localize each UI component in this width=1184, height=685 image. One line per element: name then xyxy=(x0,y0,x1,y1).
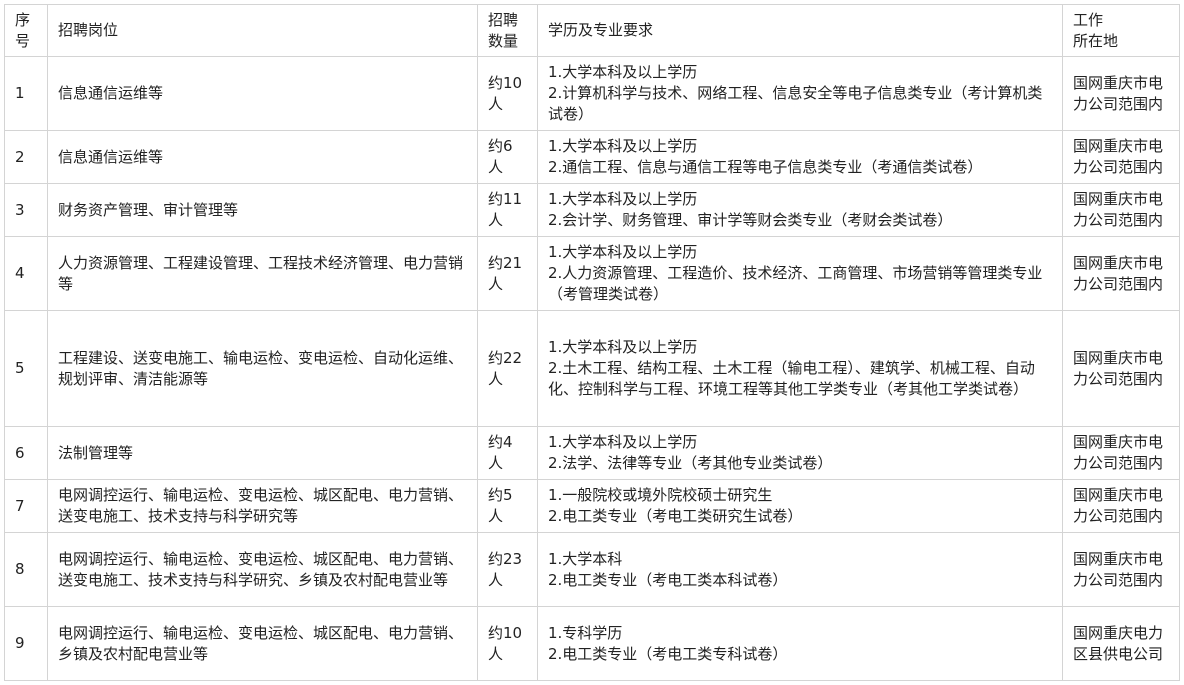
row-index-cell: 7 xyxy=(4,479,48,533)
header-location: 工作 所在地 xyxy=(1062,4,1180,57)
header-count-line-1: 招聘 xyxy=(488,10,519,29)
table-row: 7 电网调控运行、输电运检、变电运检、城区配电、电力营销、送变电施工、技术支持与科… xyxy=(4,479,1180,533)
row-requirement-cell: 1.大学本科及以上学历 2.人力资源管理、工程造价、技术经济、工商管理、市场营销等… xyxy=(537,236,1063,311)
row-location-cell: 国网重庆市电力公司范围内 xyxy=(1062,236,1180,311)
row-count-cell: 约21人 xyxy=(477,236,538,311)
row-location-cell: 国网重庆市电力公司范围内 xyxy=(1062,183,1180,237)
table-row: 6 法制管理等 约4人 1.大学本科及以上学历 2.法学、法律等专业（考其他专业类试卷）… xyxy=(4,426,1180,480)
row-count-cell: 约6人 xyxy=(477,130,538,184)
page: 序 号 招聘岗位 招聘 数量 学历及专业要求 工作 所在地 1 信息通信运维等 约1… xyxy=(0,0,1184,685)
row-position-cell: 电网调控运行、输电运检、变电运检、城区配电、电力营销、乡镇及农村配电营业等 xyxy=(47,606,478,681)
recruitment-table: 序 号 招聘岗位 招聘 数量 学历及专业要求 工作 所在地 1 信息通信运维等 约1… xyxy=(4,4,1180,681)
requirement-line: 1.一般院校或境外院校硕士研究生 xyxy=(548,486,773,504)
row-location-cell: 国网重庆市电力公司范围内 xyxy=(1062,426,1180,480)
row-requirement-cell: 1.大学本科及以上学历 2.土木工程、结构工程、土木工程（输电工程）、建筑学、机械… xyxy=(537,310,1063,427)
row-index-cell: 3 xyxy=(4,183,48,237)
requirement-line: 2.电工类专业（考电工类专科试卷） xyxy=(548,644,788,663)
row-count-cell: 约10人 xyxy=(477,56,538,131)
header-count-line-2: 数量 xyxy=(488,31,519,50)
row-index-cell: 1 xyxy=(4,56,48,131)
row-position-cell: 法制管理等 xyxy=(47,426,478,480)
table-row: 3 财务资产管理、审计管理等 约11人 1.大学本科及以上学历 2.会计学、财务管理、审… xyxy=(4,183,1180,237)
row-location-cell: 国网重庆市电力公司范围内 xyxy=(1062,56,1180,131)
table-row: 2 信息通信运维等 约6人 1.大学本科及以上学历 2.通信工程、信息与通信工程等电子信… xyxy=(4,130,1180,184)
row-position-cell: 电网调控运行、输电运检、变电运检、城区配电、电力营销、送变电施工、技术支持与科学… xyxy=(47,479,478,533)
requirement-line: 1.大学本科及以上学历 xyxy=(548,338,698,356)
row-location-cell: 国网重庆市电力公司范围内 xyxy=(1062,532,1180,607)
requirement-line: 1.大学本科及以上学历 xyxy=(548,243,698,261)
header-location-line-1: 工作 xyxy=(1073,10,1104,29)
row-requirement-cell: 1.大学本科及以上学历 2.计算机科学与技术、网络工程、信息安全等电子信息类专业（… xyxy=(537,56,1063,131)
header-requirement: 学历及专业要求 xyxy=(537,4,1063,57)
requirement-line: 1.大学本科及以上学历 xyxy=(548,63,698,81)
requirement-line: 1.大学本科及以上学历 xyxy=(548,137,698,155)
row-count-cell: 约4人 xyxy=(477,426,538,480)
requirement-line: 1.专科学历 xyxy=(548,623,623,642)
row-location-cell: 国网重庆市电力公司范围内 xyxy=(1062,479,1180,533)
row-count-cell: 约10人 xyxy=(477,606,538,681)
row-requirement-cell: 1.大学本科及以上学历 2.法学、法律等专业（考其他专业类试卷） xyxy=(537,426,1063,480)
header-location-line-2: 所在地 xyxy=(1073,31,1119,50)
row-count-cell: 约22人 xyxy=(477,310,538,427)
header-index-line-1: 序 xyxy=(15,10,31,29)
row-position-cell: 财务资产管理、审计管理等 xyxy=(47,183,478,237)
table-row: 4 人力资源管理、工程建设管理、工程技术经济管理、电力营销等 约21人 1.大学本科及… xyxy=(4,236,1180,311)
row-index-cell: 9 xyxy=(4,606,48,681)
requirement-line: 2.通信工程、信息与通信工程等电子信息类专业（考通信类试卷） xyxy=(548,158,983,176)
row-requirement-cell: 1.大学本科 2.电工类专业（考电工类本科试卷） xyxy=(537,532,1063,607)
row-index-cell: 6 xyxy=(4,426,48,480)
row-index-cell: 5 xyxy=(4,310,48,427)
requirement-line: 2.会计学、财务管理、审计学等财会类专业（考财会类试卷） xyxy=(548,211,953,229)
row-position-cell: 信息通信运维等 xyxy=(47,130,478,184)
table-row: 8 电网调控运行、输电运检、变电运检、城区配电、电力营销、送变电施工、技术支持与科… xyxy=(4,532,1180,607)
row-location-cell: 国网重庆电力区县供电公司 xyxy=(1062,606,1180,681)
row-index-cell: 2 xyxy=(4,130,48,184)
header-index: 序 号 xyxy=(4,4,48,57)
requirement-line: 2.电工类专业（考电工类研究生试卷） xyxy=(548,507,803,525)
header-index-line-2: 号 xyxy=(15,31,31,50)
requirement-line: 2.人力资源管理、工程造价、技术经济、工商管理、市场营销等管理类专业（考管理类试… xyxy=(548,264,1043,303)
table-header-row: 序 号 招聘岗位 招聘 数量 学历及专业要求 工作 所在地 xyxy=(4,4,1180,57)
row-location-cell: 国网重庆市电力公司范围内 xyxy=(1062,310,1180,427)
requirement-line: 1.大学本科 xyxy=(548,549,623,568)
requirement-line: 1.大学本科及以上学历 xyxy=(548,433,698,451)
row-position-cell: 工程建设、送变电施工、输电运检、变电运检、自动化运维、规划评审、清洁能源等 xyxy=(47,310,478,427)
row-index-cell: 8 xyxy=(4,532,48,607)
row-requirement-cell: 1.专科学历 2.电工类专业（考电工类专科试卷） xyxy=(537,606,1063,681)
row-requirement-cell: 1.一般院校或境外院校硕士研究生 2.电工类专业（考电工类研究生试卷） xyxy=(537,479,1063,533)
row-index-cell: 4 xyxy=(4,236,48,311)
row-position-cell: 电网调控运行、输电运检、变电运检、城区配电、电力营销、送变电施工、技术支持与科学… xyxy=(47,532,478,607)
requirement-line: 2.法学、法律等专业（考其他专业类试卷） xyxy=(548,454,833,472)
header-position: 招聘岗位 xyxy=(47,4,478,57)
row-position-cell: 人力资源管理、工程建设管理、工程技术经济管理、电力营销等 xyxy=(47,236,478,311)
row-location-cell: 国网重庆市电力公司范围内 xyxy=(1062,130,1180,184)
table-row: 5 工程建设、送变电施工、输电运检、变电运检、自动化运维、规划评审、清洁能源等 约2… xyxy=(4,310,1180,427)
row-position-cell: 信息通信运维等 xyxy=(47,56,478,131)
row-requirement-cell: 1.大学本科及以上学历 2.通信工程、信息与通信工程等电子信息类专业（考通信类试卷… xyxy=(537,130,1063,184)
header-count: 招聘 数量 xyxy=(477,4,538,57)
requirement-line: 2.土木工程、结构工程、土木工程（输电工程）、建筑学、机械工程、自动化、控制科学… xyxy=(548,359,1035,398)
table-row: 9 电网调控运行、输电运检、变电运检、城区配电、电力营销、乡镇及农村配电营业等 约1… xyxy=(4,606,1180,681)
requirement-line: 2.电工类专业（考电工类本科试卷） xyxy=(548,570,788,589)
table-row: 1 信息通信运维等 约10人 1.大学本科及以上学历 2.计算机科学与技术、网络工程、信… xyxy=(4,56,1180,131)
requirement-line: 2.计算机科学与技术、网络工程、信息安全等电子信息类专业（考计算机类试卷） xyxy=(548,84,1043,123)
row-count-cell: 约11人 xyxy=(477,183,538,237)
requirement-line: 1.大学本科及以上学历 xyxy=(548,190,698,208)
row-requirement-cell: 1.大学本科及以上学历 2.会计学、财务管理、审计学等财会类专业（考财会类试卷） xyxy=(537,183,1063,237)
row-count-cell: 约23人 xyxy=(477,532,538,607)
row-count-cell: 约5人 xyxy=(477,479,538,533)
